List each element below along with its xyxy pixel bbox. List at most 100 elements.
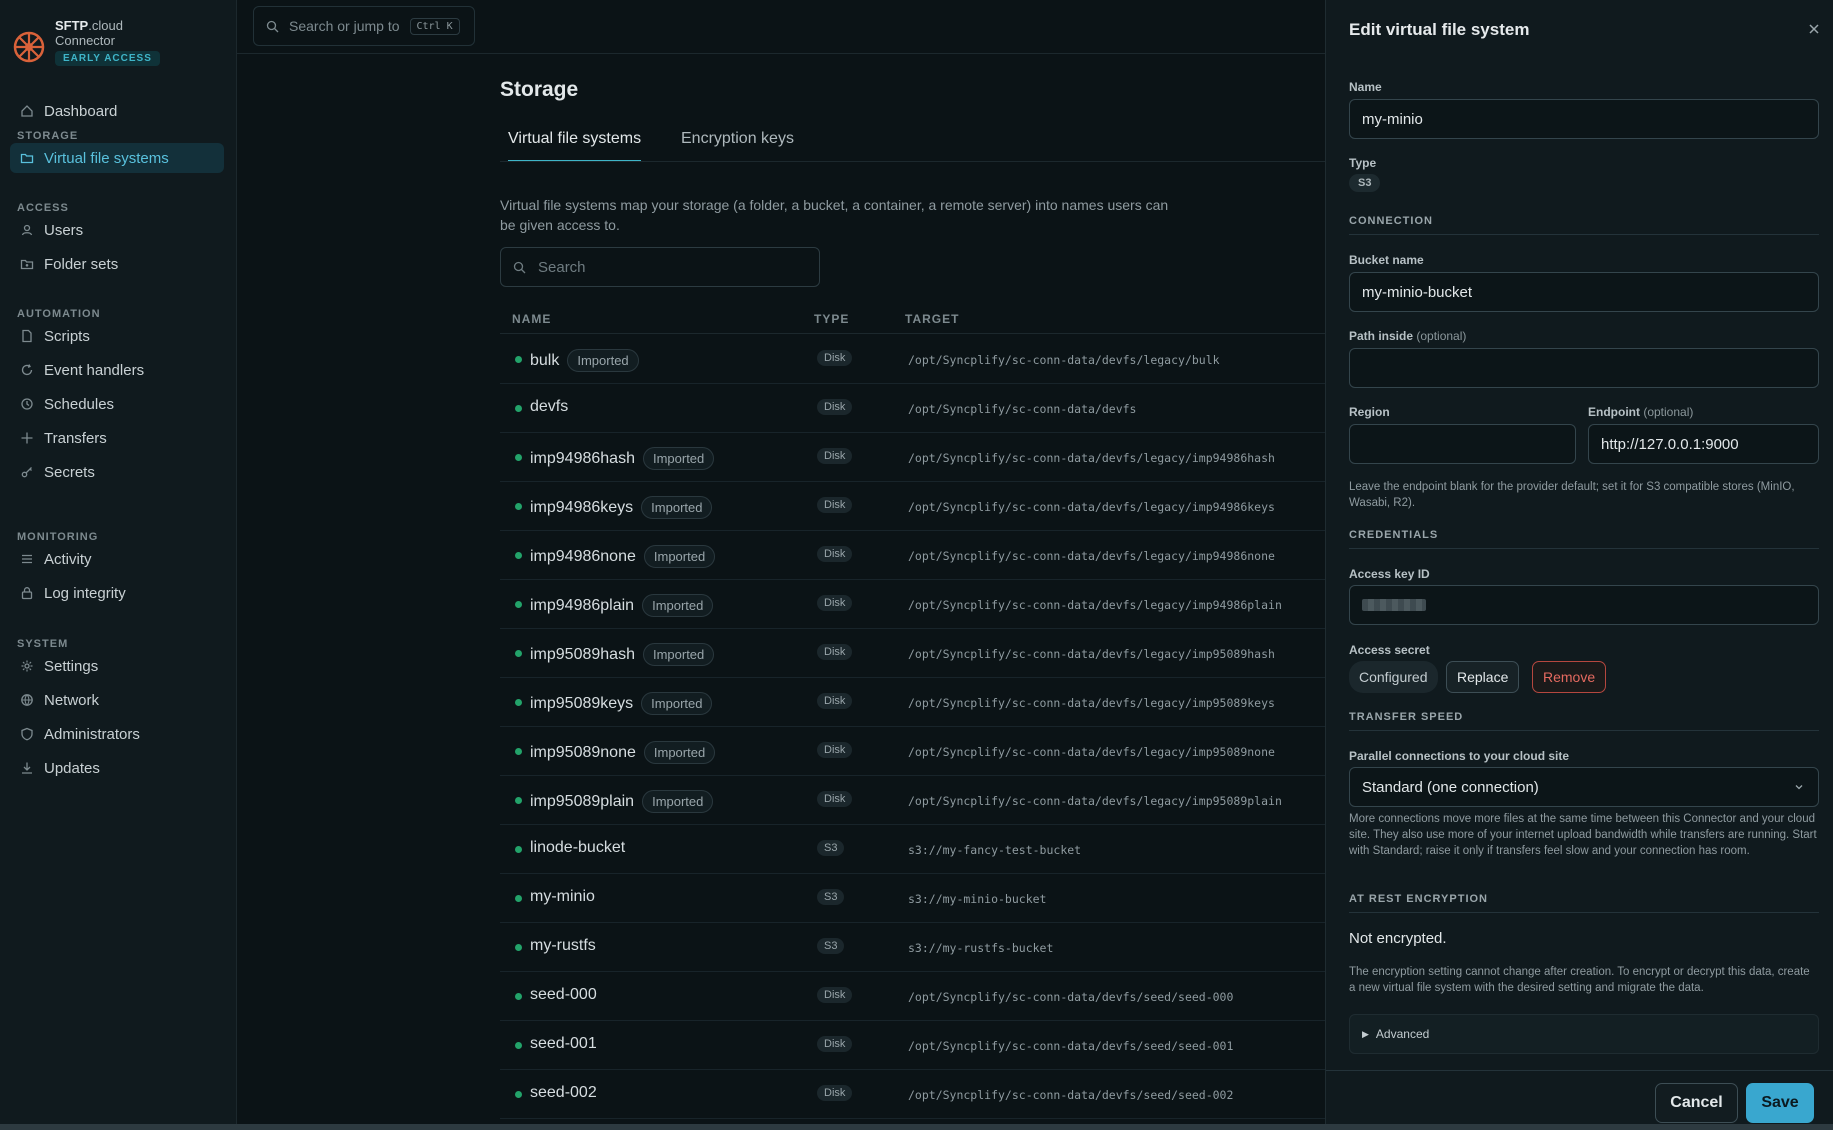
vfs-type-badge: Disk <box>817 987 853 1003</box>
vfs-name-text: imp94986keys <box>530 498 634 516</box>
sidebar-item-updates[interactable]: Updates <box>10 753 224 783</box>
table-row[interactable]: imp95089plain Imported Disk/opt/Syncplify/… <box>500 776 1325 825</box>
vfs-name: bulk Imported <box>530 349 639 372</box>
tab-encryption-keys[interactable]: Encryption keys <box>681 130 794 160</box>
endpoint-input[interactable]: http://127.0.0.1:9000 <box>1588 424 1819 464</box>
drawer-title: Edit virtual file system <box>1349 20 1530 39</box>
vfs-search-input[interactable]: Search <box>500 247 820 287</box>
table-row[interactable]: linode-bucket S3 s3://my-fancy-test-bucket <box>500 825 1325 874</box>
sidebar-item-settings[interactable]: Settings <box>10 651 224 681</box>
replace-secret-button[interactable]: Replace <box>1446 661 1520 693</box>
region-input[interactable] <box>1349 424 1576 464</box>
vfs-target: s3://my-fancy-test-bucket <box>908 843 1082 857</box>
clock-icon <box>21 398 33 410</box>
close-icon[interactable] <box>1807 22 1821 36</box>
table-row[interactable]: imp95089none Imported Disk/opt/Syncplify/s… <box>500 727 1325 776</box>
sidebar-item-schedules[interactable]: Schedules <box>10 389 224 419</box>
vfs-name: imp95089none Imported <box>530 741 716 764</box>
sidebar-item-virtual-file-systems[interactable]: Virtual file systems <box>10 143 224 173</box>
main-content: Storage Virtual file systems Encryption … <box>500 54 1325 1124</box>
save-button[interactable]: Save <box>1746 1083 1814 1123</box>
table-row[interactable]: imp94986none Imported Disk/opt/Syncplify/s… <box>500 531 1325 580</box>
table-row[interactable]: devfs Disk/opt/Syncplify/sc-conn-data/dev… <box>500 384 1325 433</box>
table-row[interactable]: seed-001 Disk/opt/Syncplify/sc-conn-data/… <box>500 1021 1325 1070</box>
sidebar-item-administrators[interactable]: Administrators <box>10 719 224 749</box>
status-dot <box>515 601 522 608</box>
status-dot <box>515 650 522 657</box>
imported-badge: Imported <box>643 545 716 568</box>
credentials-heading: CREDENTIALS <box>1349 529 1819 549</box>
vfs-target: s3://my-rustfs-bucket <box>908 941 1054 955</box>
vfs-target: /opt/Syncplify/sc-conn-data/devfs/legacy… <box>908 647 1275 661</box>
table-row[interactable]: bulk Imported Disk/opt/Syncplify/sc-conn-d… <box>500 335 1325 384</box>
vfs-target: /opt/Syncplify/sc-conn-data/devfs/legacy… <box>908 451 1275 465</box>
advanced-toggle[interactable]: ▶ Advanced <box>1349 1014 1819 1054</box>
bottom-scrollbar[interactable] <box>0 1124 1833 1130</box>
section-system: SYSTEM <box>17 638 69 650</box>
type-label: Type <box>1349 156 1377 170</box>
vfs-type-badge: Disk <box>817 546 853 562</box>
table-row[interactable]: seed-000 Disk/opt/Syncplify/sc-conn-data/… <box>500 972 1325 1021</box>
path-inside-input[interactable] <box>1349 348 1819 388</box>
vfs-type-badge: S3 <box>817 889 845 905</box>
cancel-button[interactable]: Cancel <box>1655 1083 1738 1123</box>
parallel-connections-select[interactable]: Standard (one connection) <box>1349 767 1819 807</box>
table-row[interactable]: imp94986keys Imported Disk/opt/Syncplify/s… <box>500 482 1325 531</box>
type-badge: S3 <box>1349 174 1381 192</box>
sidebar-item-folder-sets[interactable]: Folder sets <box>10 249 224 279</box>
sidebar-item-network[interactable]: Network <box>10 685 224 715</box>
remove-secret-button[interactable]: Remove <box>1532 661 1607 693</box>
vfs-target: /opt/Syncplify/sc-conn-data/devfs/legacy… <box>908 696 1275 710</box>
shield-icon <box>21 727 33 741</box>
globe-icon <box>21 694 33 706</box>
status-dot <box>515 699 522 706</box>
sidebar-item-activity[interactable]: Activity <box>10 544 224 574</box>
vfs-name: seed-001 <box>530 1035 597 1053</box>
status-dot <box>515 895 522 902</box>
tab-virtual-file-systems[interactable]: Virtual file systems <box>508 130 642 162</box>
imported-badge: Imported <box>642 790 714 813</box>
vfs-name-text: imp95089hash <box>530 645 635 663</box>
parallel-label: Parallel connections to your cloud site <box>1349 749 1570 763</box>
refresh-icon <box>21 364 33 376</box>
table-row[interactable]: imp95089keys Imported Disk/opt/Syncplify/s… <box>500 678 1325 727</box>
vfs-name: devfs <box>530 398 568 416</box>
name-input[interactable]: my-minio <box>1349 99 1819 139</box>
table-row[interactable]: imp95089hash Imported Disk/opt/Syncplify/s… <box>500 629 1325 678</box>
sidebar-item-log-integrity[interactable]: Log integrity <box>10 578 224 608</box>
sidebar-item-scripts[interactable]: Scripts <box>10 321 224 351</box>
global-search[interactable]: Search or jump to Ctrl K <box>253 6 475 46</box>
table-row[interactable]: imp94986hash Imported Disk/opt/Syncplify/s… <box>500 433 1325 482</box>
vfs-name: linode-bucket <box>530 839 625 857</box>
vfs-name: my-minio <box>530 888 595 906</box>
table-row[interactable]: imp94986plain Imported Disk/opt/Syncplify/… <box>500 580 1325 629</box>
sidebar-item-secrets[interactable]: Secrets <box>10 457 224 487</box>
imported-badge: Imported <box>567 349 639 372</box>
vfs-name: imp95089plain Imported <box>530 790 714 813</box>
status-dot <box>515 1091 522 1098</box>
imported-badge: Imported <box>641 496 713 519</box>
gear-icon <box>21 660 33 672</box>
vfs-type-badge: Disk <box>817 448 853 464</box>
bucket-name-input[interactable]: my-minio-bucket <box>1349 272 1819 312</box>
vfs-name: imp94986hash Imported <box>530 447 715 470</box>
table-row[interactable]: my-rustfs S3 s3://my-rustfs-bucket <box>500 923 1325 972</box>
caret-right-icon: ▶ <box>1362 1028 1369 1039</box>
vfs-type-badge: Disk <box>817 742 853 758</box>
vfs-name: imp94986plain Imported <box>530 594 714 617</box>
sidebar-item-dashboard[interactable]: Dashboard <box>10 96 224 126</box>
vfs-name-text: imp94986hash <box>530 449 635 467</box>
brand[interactable]: SFTP.cloud Connector EARLY ACCESS <box>12 18 160 66</box>
tabs-divider <box>500 161 1325 162</box>
table-row[interactable]: my-minio S3 s3://my-minio-bucket <box>500 874 1325 923</box>
vfs-name-text: devfs <box>530 398 569 415</box>
access-key-input[interactable] <box>1349 585 1819 625</box>
drawer-footer-divider <box>1326 1070 1833 1071</box>
table-row[interactable]: seed-002 Disk/opt/Syncplify/sc-conn-data/… <box>500 1070 1325 1119</box>
name-label: Name <box>1349 80 1382 94</box>
chevron-down-icon <box>1795 785 1803 790</box>
sidebar-item-transfers[interactable]: Transfers <box>10 423 224 453</box>
sidebar-item-users[interactable]: Users <box>10 215 224 245</box>
vfs-target: /opt/Syncplify/sc-conn-data/devfs/legacy… <box>908 794 1282 808</box>
sidebar-item-event-handlers[interactable]: Event handlers <box>10 355 224 385</box>
